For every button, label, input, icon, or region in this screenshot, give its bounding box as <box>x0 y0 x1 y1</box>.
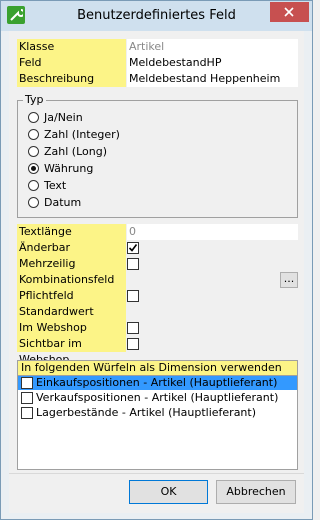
dimensions-list[interactable]: Einkaufspositionen - Artikel (Hauptliefe… <box>17 376 298 470</box>
radio-indicator[interactable] <box>28 197 39 208</box>
aenderbar-row: Änderbar <box>17 240 298 256</box>
radio-indicator[interactable] <box>28 129 39 140</box>
radio-label: Zahl (Integer) <box>44 128 120 141</box>
list-item-checkbox[interactable] <box>21 377 33 389</box>
radio-label: Datum <box>44 196 82 209</box>
checkmark-icon <box>128 244 138 252</box>
beschreibung-label: Beschreibung <box>17 71 126 87</box>
dialog-content: Klasse Artikel Feld MeldebestandHP Besch… <box>9 31 304 513</box>
dialog-window: Benutzerdefiniertes Feld Klasse Artikel … <box>0 0 313 520</box>
title-bar[interactable]: Benutzerdefiniertes Feld <box>1 1 312 31</box>
sichtbar-webshop-checkbox[interactable] <box>127 338 139 350</box>
list-item-label: Lagerbestände - Artikel (Hauptlieferant) <box>36 406 257 419</box>
feld-row: Feld MeldebestandHP <box>17 55 298 71</box>
list-item[interactable]: Lagerbestände - Artikel (Hauptlieferant) <box>18 406 297 420</box>
radio-indicator[interactable] <box>28 146 39 157</box>
list-item-label: Verkaufspositionen - Artikel (Hauptliefe… <box>36 391 279 404</box>
textlaenge-value: 0 <box>127 224 298 240</box>
beschreibung-input[interactable]: Meldebestand Heppenheim <box>127 71 298 87</box>
sichtbar-webshop-label: Sichtbar im Webshop <box>17 336 126 366</box>
feld-label: Feld <box>17 55 126 71</box>
ok-button[interactable]: OK <box>129 480 208 504</box>
sichtbar-webshop-row: Sichtbar im Webshop <box>17 336 298 366</box>
list-item[interactable]: Einkaufspositionen - Artikel (Hauptliefe… <box>18 376 297 390</box>
list-item-label: Einkaufspositionen - Artikel (Hauptliefe… <box>36 376 278 389</box>
pflichtfeld-label: Pflichtfeld <box>17 288 126 304</box>
mehrzeilig-checkbox[interactable] <box>127 258 139 270</box>
radio-label: Zahl (Long) <box>44 145 108 158</box>
kombinationsfeld-row: Kombinationsfeld ... <box>17 272 298 288</box>
dimensions-header: In folgenden Würfeln als Dimension verwe… <box>17 360 298 376</box>
textlaenge-row: Textlänge 0 <box>17 224 298 240</box>
klasse-value: Artikel <box>127 39 298 55</box>
list-item-checkbox[interactable] <box>21 407 33 419</box>
typ-legend: Typ <box>23 93 46 106</box>
webshop-nutzen-row: Im Webshop nutzen <box>17 320 298 350</box>
kombinationsfeld-label: Kombinationsfeld <box>17 272 126 288</box>
klasse-row: Klasse Artikel <box>17 39 298 55</box>
list-item[interactable]: Verkaufspositionen - Artikel (Hauptliefe… <box>18 391 297 405</box>
radio-indicator[interactable] <box>28 112 39 123</box>
mehrzeilig-label: Mehrzeilig <box>17 256 126 272</box>
beschreibung-row: Beschreibung Meldebestand Heppenheim <box>17 71 298 87</box>
radio-indicator-selected[interactable] <box>28 163 39 174</box>
kombinationsfeld-browse-button[interactable]: ... <box>280 272 298 288</box>
footer-divider <box>9 473 304 474</box>
aenderbar-label: Änderbar <box>17 240 126 256</box>
radio-label: Ja/Nein <box>44 111 83 124</box>
aenderbar-checkbox[interactable] <box>127 242 139 254</box>
pflichtfeld-checkbox[interactable] <box>127 290 139 302</box>
cancel-button[interactable]: Abbrechen <box>216 480 296 504</box>
close-button[interactable] <box>270 2 309 22</box>
webshop-nutzen-checkbox[interactable] <box>127 322 139 334</box>
close-icon <box>284 7 294 17</box>
textlaenge-label: Textlänge <box>17 224 126 240</box>
list-item-checkbox[interactable] <box>21 392 33 404</box>
feld-input[interactable]: MeldebestandHP <box>127 55 298 71</box>
klasse-label: Klasse <box>17 39 126 55</box>
radio-indicator[interactable] <box>28 180 39 191</box>
webshop-nutzen-label: Im Webshop nutzen <box>17 320 126 350</box>
radio-label: Währung <box>44 162 94 175</box>
window-title: Benutzerdefiniertes Feld <box>77 8 236 23</box>
mehrzeilig-row: Mehrzeilig <box>17 256 298 272</box>
radio-label: Text <box>44 179 67 192</box>
standardwert-label: Standardwert <box>17 304 126 320</box>
typ-group: Typ Ja/Nein Zahl (Integer) Zahl (Long) W… <box>17 93 298 218</box>
pflichtfeld-row: Pflichtfeld <box>17 288 298 304</box>
standardwert-row: Standardwert <box>17 304 298 320</box>
